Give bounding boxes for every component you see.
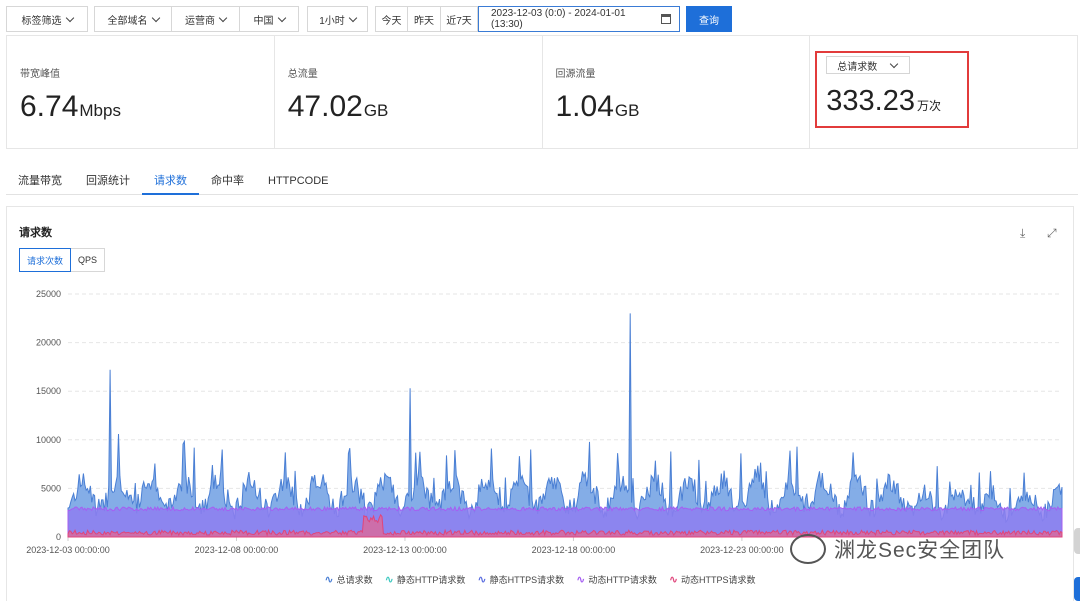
stat-card-total-traffic: 总流量 47.02GB (275, 36, 543, 148)
today-button[interactable]: 今天 (375, 6, 408, 32)
chevron-down-icon (218, 13, 228, 22)
stat-value: 6.74Mbps (20, 90, 121, 124)
stat-number: 1.04 (555, 90, 614, 123)
x-tick-label: 2023-12-03 00:00:00 (26, 545, 110, 555)
metric-select[interactable]: 总请求数 (826, 56, 911, 74)
tab-httpcode[interactable]: HTTPCODE (256, 172, 341, 195)
tag-filter-dropdown[interactable]: 标签筛选 (6, 6, 88, 32)
stats-summary: 带宽峰值 6.74Mbps 总流量 47.02GB 回源流量 1.04GB 总请… (6, 35, 1078, 149)
tag-filter-label: 标签筛选 (21, 15, 62, 27)
series-total-requests[interactable] (67, 313, 1063, 538)
legend-item-dynamic-http[interactable]: ∿ 动态HTTP请求数 (576, 573, 657, 586)
chevron-down-icon (277, 13, 286, 22)
legend-item-static-http[interactable]: ∿ 静态HTTP请求数 (385, 573, 466, 586)
y-tick-label: 0 (56, 532, 61, 542)
query-button[interactable]: 查询 (686, 6, 732, 32)
tab-hit-rate[interactable]: 命中率 (199, 172, 256, 195)
stat-label: 总流量 (287, 69, 318, 80)
date-range-picker[interactable]: 2023-12-03 (0:0) - 2024-01-01 (13:30) (478, 6, 680, 32)
y-tick-label: 20000 (36, 338, 61, 348)
chart-legend: ∿ 总请求数 ∿ 静态HTTP请求数 ∿ 静态HTTPS请求数 ∿ 动态HTTP请求数 … (7, 573, 1073, 586)
legend-label: 静态HTTPS请求数 (489, 575, 565, 585)
stat-unit: GB (363, 101, 389, 120)
legend-wave-icon: ∿ (576, 574, 586, 586)
metric-select-value: 总请求数 (837, 61, 878, 73)
metric-tabs: 流量带宽 回源统计 请求数 命中率 HTTPCODE (6, 172, 1078, 195)
legend-label: 动态HTTPS请求数 (681, 575, 756, 585)
side-scroll-handle[interactable] (1074, 528, 1080, 554)
wechat-logo-icon (790, 534, 826, 564)
stat-number: 333.23 (826, 85, 915, 117)
legend-label: 动态HTTP请求数 (588, 575, 657, 585)
legend-item-dynamic-https[interactable]: ∿ 动态HTTPS请求数 (669, 573, 756, 586)
granularity-dropdown[interactable]: 1小时 (307, 6, 368, 32)
y-tick-label: 15000 (36, 386, 61, 396)
x-tick-label: 2023-12-23 00:00:00 (700, 545, 784, 555)
stat-unit: Mbps (79, 101, 121, 120)
chevron-down-icon (890, 59, 899, 68)
stat-unit: 万次 (916, 99, 941, 113)
legend-label: 总请求数 (336, 575, 373, 585)
x-tick-label: 2023-12-13 00:00:00 (363, 545, 447, 555)
stat-number: 6.74 (20, 90, 79, 123)
stat-value: 333.23 万次 (826, 85, 941, 118)
x-tick-label: 2023-12-08 00:00:00 (195, 545, 279, 555)
watermark-text: 渊龙Sec安全团队 (834, 539, 1006, 562)
highlight-box: 总请求数 333.23 万次 (815, 51, 970, 128)
stat-card-total-requests: 总请求数 333.23 万次 (810, 36, 1077, 148)
last-7-days-button[interactable]: 近7天 (441, 6, 478, 32)
legend-wave-icon: ∿ (384, 574, 394, 586)
tab-requests[interactable]: 请求数 (142, 172, 199, 195)
y-tick-label: 25000 (36, 289, 61, 299)
legend-wave-icon: ∿ (324, 574, 334, 586)
watermark: 渊龙Sec安全团队 (790, 534, 1005, 564)
stat-unit: GB (614, 101, 640, 120)
requests-area-chart: 0 5000 10000 15000 20000 25000 2023-12-03 00:0… (26, 289, 1063, 555)
legend-wave-icon: ∿ (477, 574, 487, 586)
granularity-label: 1小时 (319, 15, 345, 27)
isp-dropdown[interactable]: 运营商 (172, 6, 240, 32)
legend-label: 静态HTTP请求数 (396, 575, 466, 585)
isp-label: 运营商 (185, 15, 215, 27)
stat-value: 1.04GB (556, 90, 640, 124)
stat-card-bandwidth-peak: 带宽峰值 6.74Mbps (7, 36, 275, 148)
tab-origin-stats[interactable]: 回源统计 (74, 172, 142, 195)
stat-number: 47.02 (287, 90, 363, 123)
y-tick-label: 10000 (36, 435, 61, 445)
domain-label: 全部域名 (107, 15, 148, 27)
filter-toolbar: 标签筛选 全部域名 运营商 中国 1小时 今天 昨天 近7天 2023-12-0… (6, 6, 732, 32)
stat-label: 带宽峰值 (20, 69, 60, 80)
side-feedback-tab[interactable] (1074, 577, 1080, 601)
legend-wave-icon: ∿ (668, 574, 679, 586)
stat-value: 47.02GB (288, 90, 389, 124)
legend-item-total[interactable]: ∿ 总请求数 (324, 573, 372, 586)
tab-traffic-bandwidth[interactable]: 流量带宽 (6, 172, 74, 195)
region-dropdown[interactable]: 中国 (240, 6, 299, 32)
domain-dropdown[interactable]: 全部域名 (94, 6, 172, 32)
yesterday-button[interactable]: 昨天 (408, 6, 441, 32)
x-tick-label: 2023-12-18 00:00:00 (532, 545, 616, 555)
chevron-down-icon (151, 13, 160, 22)
stat-label: 回源流量 (555, 69, 596, 80)
chevron-down-icon (348, 13, 358, 22)
date-range-value: 2023-12-03 (0:0) - 2024-01-01 (13:30) (491, 8, 626, 30)
region-label: 中国 (253, 15, 274, 27)
stat-card-origin-traffic: 回源流量 1.04GB (543, 36, 811, 148)
y-tick-label: 5000 (41, 483, 61, 493)
chevron-down-icon (65, 13, 74, 22)
calendar-icon (661, 14, 671, 24)
legend-item-static-https[interactable]: ∿ 静态HTTPS请求数 (477, 573, 564, 586)
